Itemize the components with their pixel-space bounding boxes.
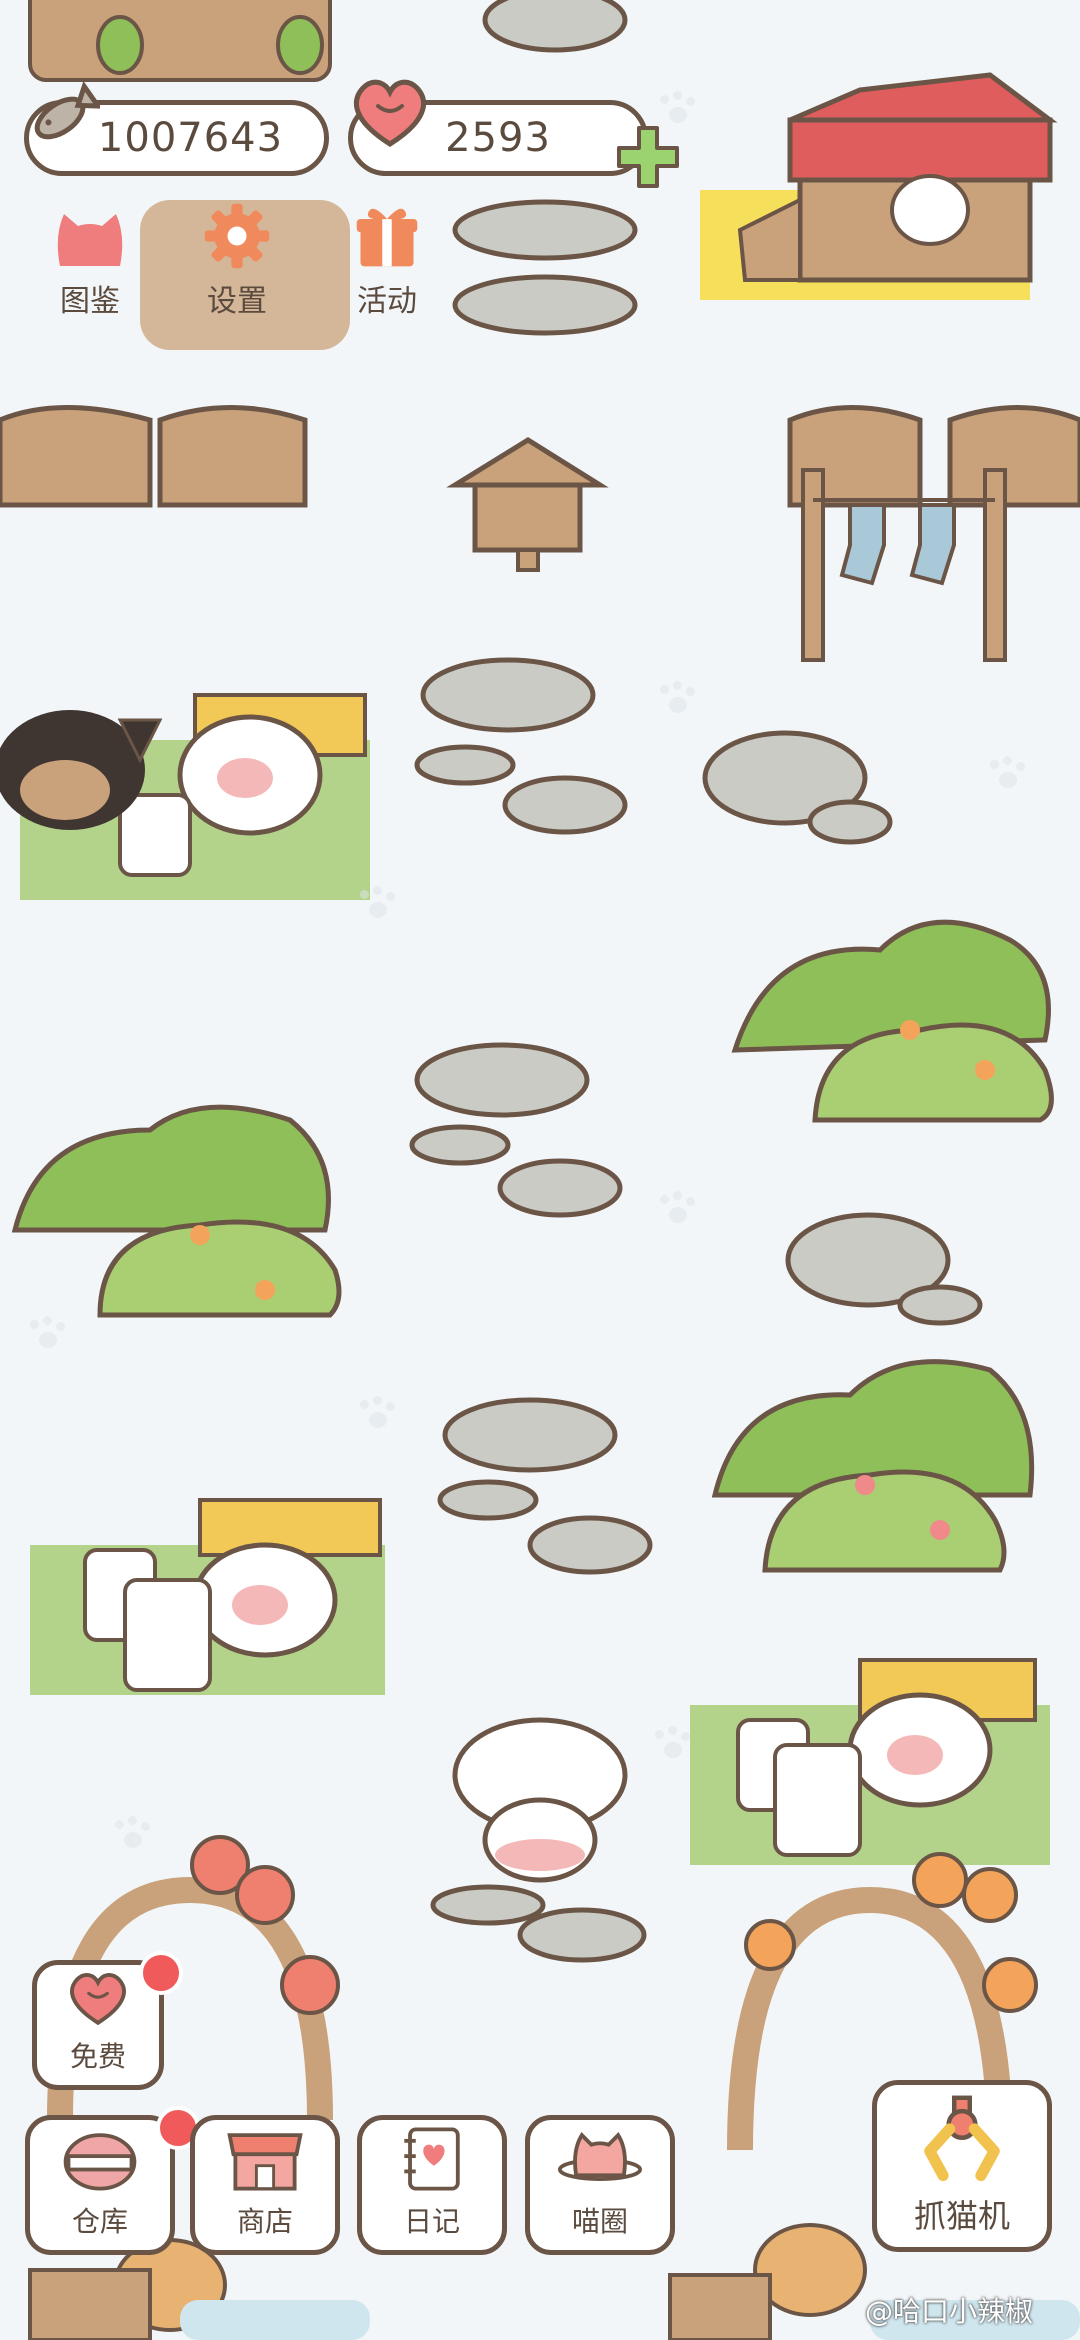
cat-circle-label: 喵圈 [571, 2205, 628, 2238]
diary-button[interactable]: 日记 [357, 2115, 507, 2255]
coin-amount: 1007643 [97, 115, 284, 161]
claw-machine-label: 抓猫机 [913, 2197, 1010, 2235]
settings-label: 设置 [207, 284, 267, 319]
notification-badge [139, 1951, 183, 1995]
shop-button[interactable]: 商店 [190, 2115, 340, 2255]
shop-icon [227, 2133, 303, 2191]
shop-label: 商店 [236, 2205, 293, 2238]
cat-head-icon [57, 214, 123, 266]
paw-print-decoration [655, 1726, 690, 1760]
heart-amount: 2593 [445, 115, 551, 161]
free-button[interactable]: 免费 [32, 1951, 183, 2090]
paw-print-decoration [990, 756, 1025, 790]
heart-currency-icon [353, 79, 427, 147]
claw-icon [924, 2095, 1000, 2182]
collection-button[interactable]: 图鉴 [25, 200, 155, 320]
cat-planet-icon [557, 2132, 643, 2181]
paw-print-decoration [360, 886, 395, 920]
gear-icon [204, 203, 270, 269]
free-label: 免费 [69, 2040, 126, 2073]
warehouse-button[interactable]: 仓库 [25, 2106, 200, 2255]
paw-print-decoration [660, 91, 695, 125]
collection-label: 图鉴 [60, 284, 120, 319]
paw-print-decoration [115, 1816, 150, 1850]
watermark: @哈口小辣椒 [865, 2290, 1033, 2330]
warehouse-label: 仓库 [71, 2205, 128, 2238]
heart-icon [70, 1972, 126, 2026]
paw-print-decoration [30, 1316, 65, 1350]
cat-circle-button[interactable]: 喵圈 [525, 2115, 675, 2255]
plus-icon[interactable] [615, 124, 681, 190]
gift-icon [356, 208, 418, 267]
events-label: 活动 [357, 284, 417, 319]
paw-print-decoration [360, 1396, 395, 1430]
paw-print-decoration [660, 1191, 695, 1225]
claw-machine-button[interactable]: 抓猫机 [872, 2080, 1052, 2252]
basket-icon [63, 2133, 137, 2191]
events-button[interactable]: 活动 [322, 200, 452, 320]
watermark-text: @哈口小辣椒 [865, 2295, 1034, 2328]
fish-coin-icon [34, 80, 100, 140]
settings-button[interactable]: 设置 [172, 200, 302, 320]
paw-print-decoration [660, 681, 695, 715]
diary-label: 日记 [403, 2205, 460, 2238]
diary-icon [404, 2127, 460, 2191]
